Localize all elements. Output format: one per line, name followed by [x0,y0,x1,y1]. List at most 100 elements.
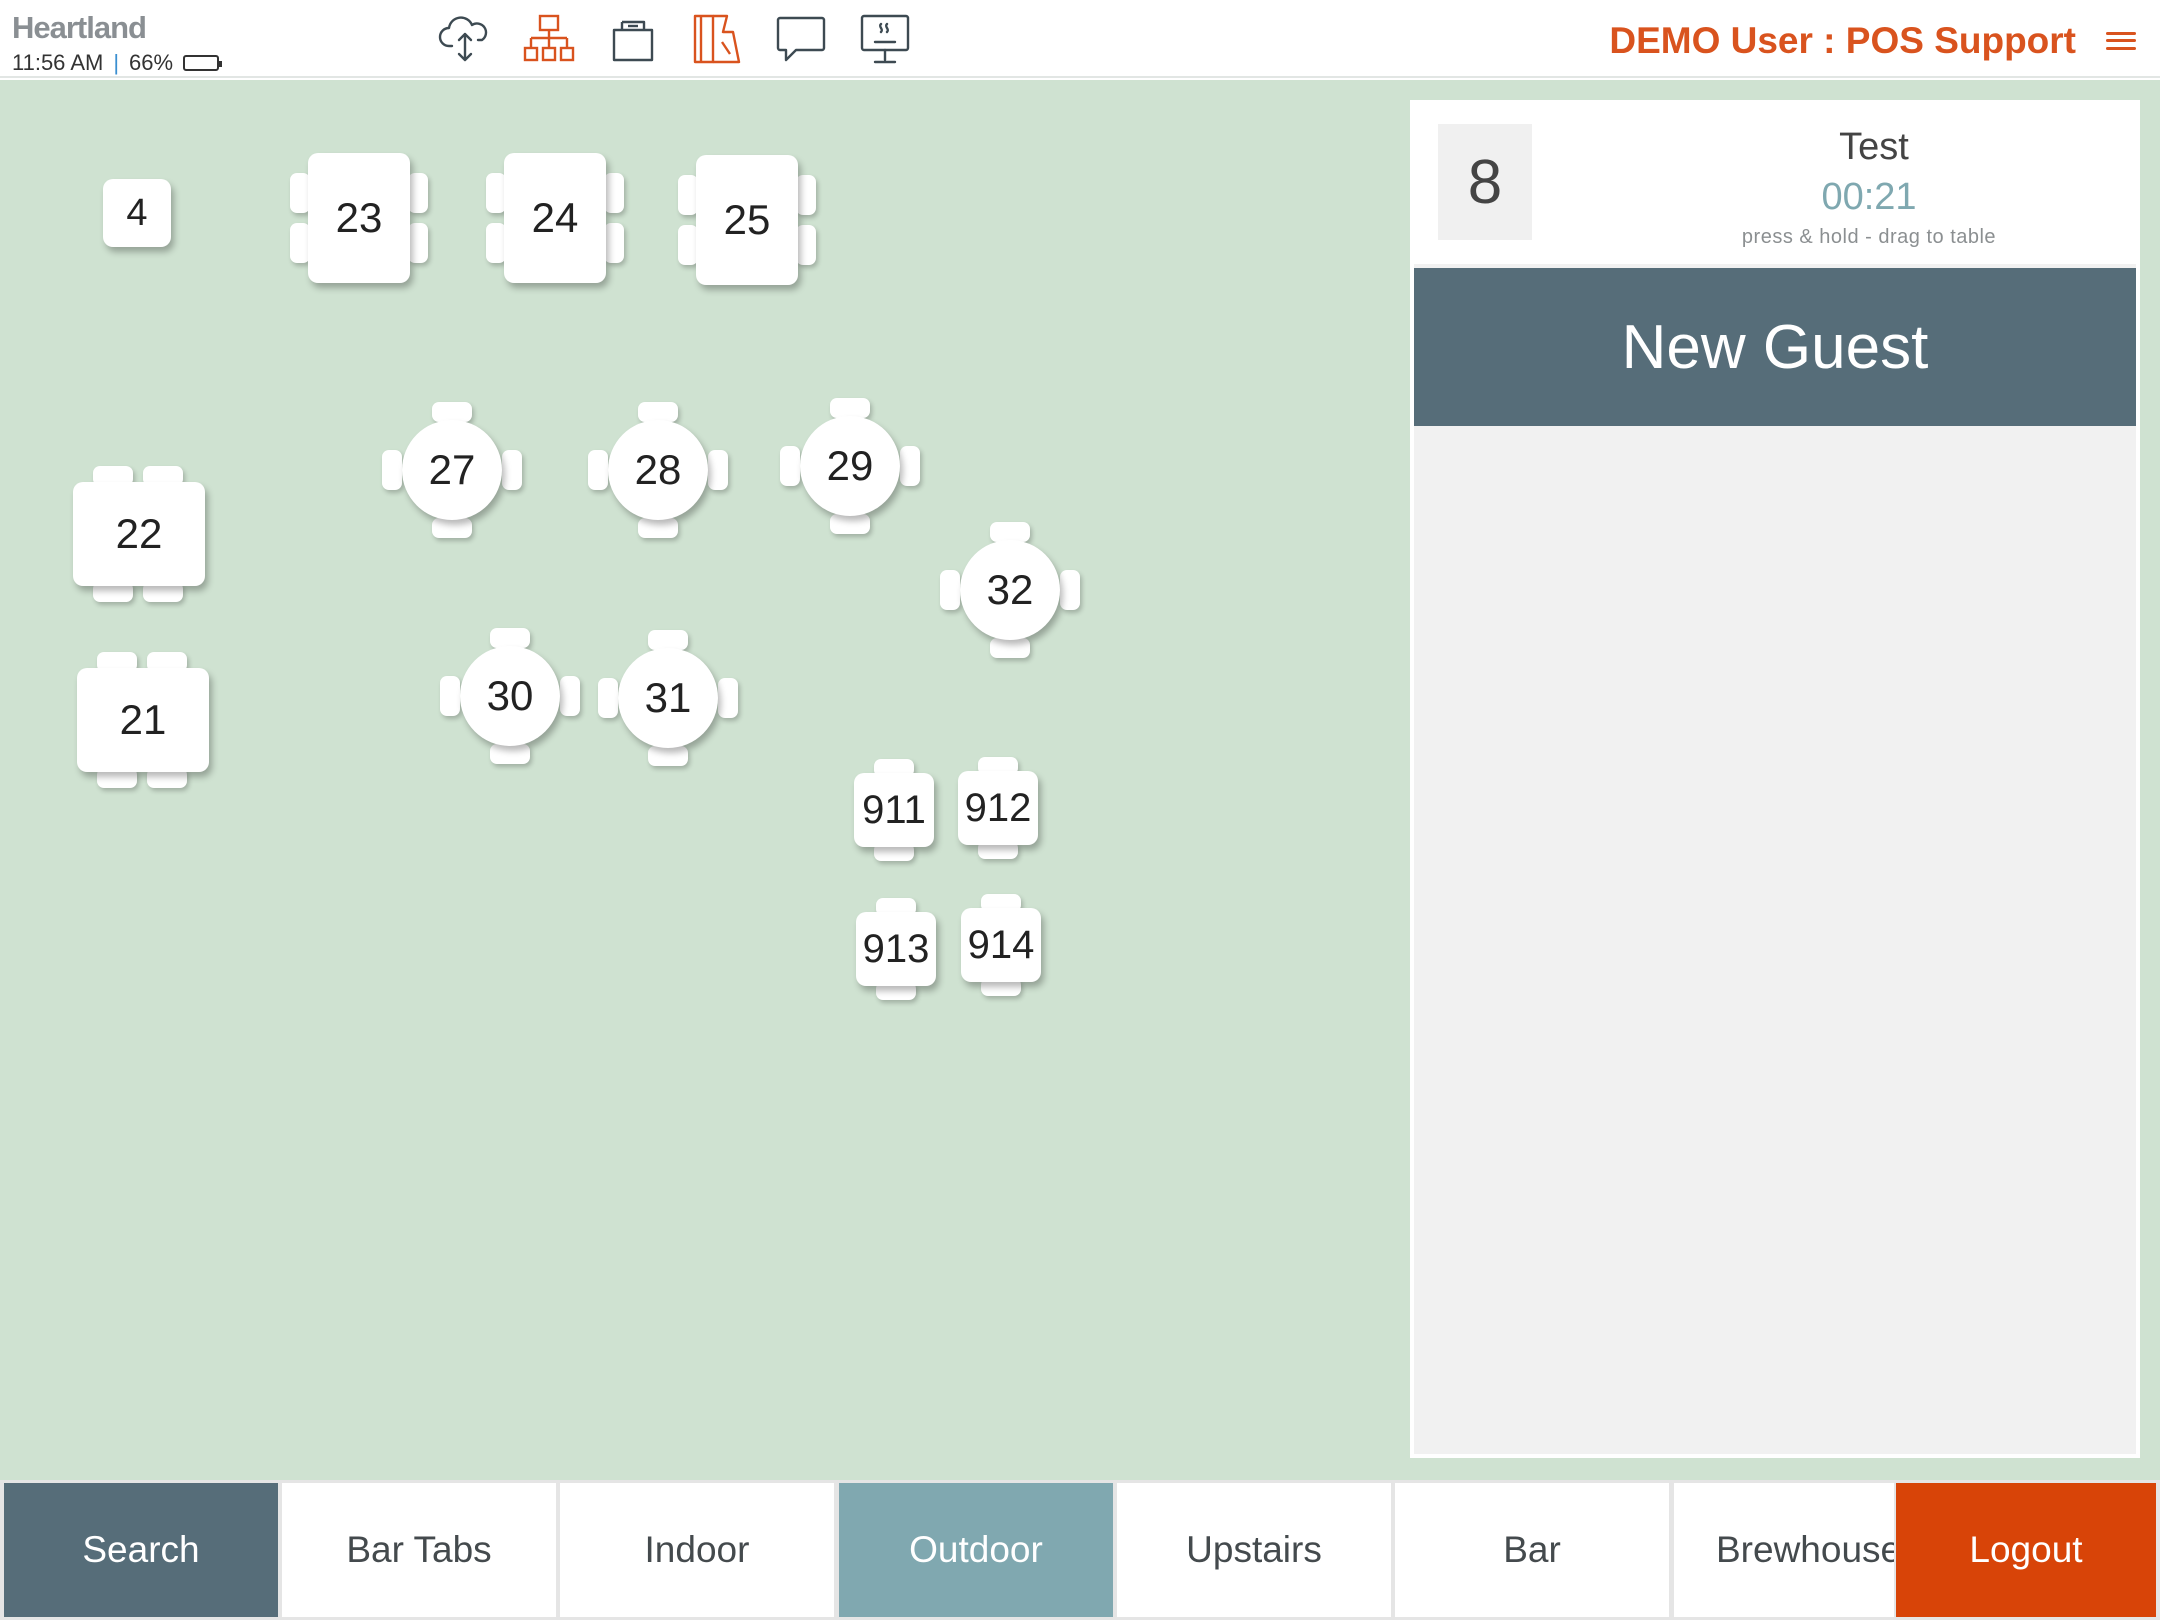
table-number: 28 [608,420,708,520]
brand-logo: Heartland [12,10,147,45]
server-book-icon[interactable] [688,10,746,68]
chair [796,175,816,215]
table-number: 25 [696,155,798,285]
chair [708,450,728,490]
table-27[interactable]: 27 [382,402,522,538]
chair [408,223,428,263]
table-number: 30 [460,646,560,746]
table-21[interactable]: 21 [77,652,209,788]
chair [796,225,816,265]
table-25[interactable]: 25 [678,155,816,285]
table-number: 912 [958,771,1038,845]
chair [678,175,698,215]
table-914[interactable]: 914 [961,894,1041,996]
status-separator: | [113,50,120,75]
table-32[interactable]: 32 [940,522,1080,658]
table-number: 911 [854,773,934,847]
drawer-icon[interactable] [604,10,662,68]
battery-percent: 66% [129,50,174,75]
guest-name: Test [1839,126,1909,168]
table-number: 31 [618,648,718,748]
chair [940,570,960,610]
table-number: 914 [961,908,1041,982]
chair [638,402,678,422]
top-bar: Heartland 11:56 AM | 66% DEMO User: POS… [0,0,2160,78]
table-29[interactable]: 29 [780,398,920,534]
table-number: 32 [960,540,1060,640]
chair [490,744,530,764]
table-number: 21 [77,668,209,772]
table-number: 23 [308,153,410,283]
table-31[interactable]: 31 [598,630,738,766]
table-24[interactable]: 24 [486,153,624,283]
chair [560,676,580,716]
wait-timer: 00:21 [1821,176,1917,218]
chair [588,450,608,490]
chair [408,173,428,213]
chair [604,223,624,263]
table-913[interactable]: 913 [856,898,936,1000]
chair [604,173,624,213]
kitchen-display-icon[interactable] [856,10,914,68]
new-guest-button[interactable]: New Guest [1414,268,2136,426]
chair [598,678,618,718]
tab-indoor[interactable]: Indoor [560,1483,834,1617]
table-912[interactable]: 912 [958,757,1038,859]
section-tabs: Search Bar Tabs Indoor Outdoor Upstairs … [0,1480,2160,1620]
tab-brewhouse[interactable]: Brewhouse [1674,1483,1894,1617]
table-28[interactable]: 28 [588,402,728,538]
logout-button[interactable]: Logout [1896,1483,2156,1617]
tab-upstairs[interactable]: Upstairs [1117,1483,1391,1617]
chair [638,518,678,538]
floor-plan: 4 23 24 25 22 21 27 28 29 32 30 31 911 9… [0,80,1412,1480]
chair [432,518,472,538]
chair [486,173,506,213]
chair [1060,570,1080,610]
table-30[interactable]: 30 [440,628,580,764]
tab-bar-tabs[interactable]: Bar Tabs [282,1483,556,1617]
drag-hint: press & hold - drag to table [1741,226,1997,248]
chair [502,450,522,490]
chair [990,638,1030,658]
toolbar [436,10,914,68]
chair [382,450,402,490]
chair [290,223,310,263]
cloud-sync-icon[interactable] [436,10,494,68]
chair [830,398,870,418]
org-chart-icon[interactable] [520,10,578,68]
chair [830,514,870,534]
search-button[interactable]: Search [4,1483,278,1617]
device-status: 11:56 AM | 66% [12,50,223,76]
battery-icon [183,55,223,71]
user-name[interactable]: DEMO User : POS Support [1609,20,2076,62]
chair [780,446,800,486]
table-22[interactable]: 22 [73,466,205,602]
chair [990,522,1030,542]
tab-outdoor[interactable]: Outdoor [839,1483,1113,1617]
table-4[interactable]: 4 [103,179,171,247]
waitlist-entry[interactable]: 8 Test 00:21 press & hold - drag to tabl… [1414,104,2136,264]
chat-icon[interactable] [772,10,830,68]
chair [432,402,472,422]
table-number: 27 [402,420,502,520]
chair [290,173,310,213]
chair [678,225,698,265]
clock: 11:56 AM [12,50,104,75]
chair [490,628,530,648]
table-number: 913 [856,912,936,986]
chair [718,678,738,718]
table-911[interactable]: 911 [854,759,934,861]
party-size: 8 [1438,124,1532,240]
waitlist-panel: 8 Test 00:21 press & hold - drag to tabl… [1410,100,2140,1458]
table-number: 22 [73,482,205,586]
tab-bar[interactable]: Bar [1395,1483,1669,1617]
table-number: 29 [800,416,900,516]
chair [486,223,506,263]
hamburger-menu-icon[interactable] [2106,26,2136,56]
table-number: 4 [103,179,171,247]
chair [648,630,688,650]
table-23[interactable]: 23 [290,153,428,283]
chair [900,446,920,486]
table-number: 24 [504,153,606,283]
chair [648,746,688,766]
